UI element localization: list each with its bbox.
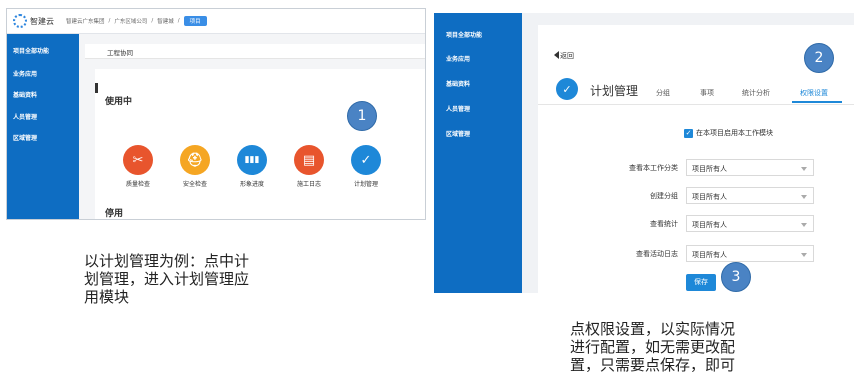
module-progress[interactable]: ▮▮▮ 形象进度	[227, 145, 277, 188]
step-marker-3: 3	[721, 262, 751, 292]
caption-line: 划管理，进入计划管理应	[84, 270, 250, 288]
logo[interactable]: 智建云	[13, 14, 54, 28]
chevron-down-icon	[801, 167, 807, 171]
left-caption: 以计划管理为例：点中计 划管理，进入计划管理应 用模块	[84, 252, 249, 306]
select-value: 项目所有人	[692, 165, 727, 173]
tools-icon: ✂	[123, 145, 153, 175]
back-arrow-icon	[554, 51, 559, 59]
sidebar-item-business[interactable]: 业务应用	[13, 69, 37, 78]
breadcrumb-item[interactable]: 智建云广东集团	[66, 17, 105, 25]
sidebar: 项目全部功能 业务应用 基础资料 人员管理 区域管理	[7, 34, 79, 219]
sidebar-item-region[interactable]: 区域管理	[446, 129, 470, 138]
save-button[interactable]: 保存	[686, 274, 716, 291]
sidebar: 项目全部功能 业务应用 基础资料 人员管理 区域管理	[434, 13, 522, 293]
caption-line: 点权限设置，以实际情况	[570, 320, 736, 338]
step-marker-2: 2	[804, 43, 834, 73]
project-button[interactable]: 项目	[183, 16, 207, 26]
checkbox-label: 在本项目启用本工作模块	[696, 129, 773, 137]
subtitle: 工程协同	[107, 49, 133, 57]
module-label: 施工日志	[296, 181, 321, 188]
module-panel: 使用中 ✂ 质量检查 ⛑ 安全检查 ▮▮▮ 形象进度 ▤ 施工日志 ✓ 计划管理…	[95, 69, 425, 219]
create-group-select[interactable]: 项目所有人	[686, 187, 814, 204]
right-caption: 点权限设置，以实际情况 进行配置，如无需更改配 置，只需要点保存，即可	[570, 320, 735, 374]
field-label: 查看统计	[650, 220, 678, 228]
tab-items[interactable]: 事项	[700, 88, 714, 98]
brand-name: 智建云	[30, 16, 54, 26]
right-screenshot: 项目全部功能 业务应用 基础资料 人员管理 区域管理 返回 ✓ 计划管理 分组 …	[434, 13, 854, 293]
sidebar-item-people[interactable]: 人员管理	[13, 112, 37, 121]
section-marker	[95, 83, 98, 93]
chevron-down-icon	[801, 223, 807, 227]
field-label: 查看本工作分类	[629, 164, 678, 172]
helmet-icon: ⛑	[180, 145, 210, 175]
sidebar-item-business[interactable]: 业务应用	[446, 54, 470, 63]
back-label: 返回	[560, 52, 574, 60]
checkbox-checked-icon: ✓	[684, 128, 693, 138]
subtitle-bar: 工程协同	[85, 44, 425, 59]
caption-line: 以计划管理为例：点中计	[84, 252, 250, 270]
field-label: 查看活动日志	[636, 250, 678, 258]
divider	[538, 104, 854, 105]
view-statistics-select[interactable]: 项目所有人	[686, 215, 814, 232]
enable-module-checkbox[interactable]: ✓ 在本项目启用本工作模块	[684, 128, 773, 138]
top-bar: 智建云 智建云广东集团 / 广东区域公司 / 智建城 / 项目	[7, 9, 425, 34]
back-button[interactable]: 返回	[554, 51, 574, 61]
tab-group[interactable]: 分组	[656, 88, 670, 98]
caption-line: 用模块	[84, 288, 130, 306]
caption-line: 置，只需要点保存，即可	[570, 356, 736, 374]
breadcrumb-item[interactable]: 广东区域公司	[114, 17, 147, 25]
module-plan[interactable]: ✓ 计划管理	[341, 145, 391, 188]
logo-icon	[13, 14, 27, 28]
check-icon: ✓	[351, 145, 381, 175]
caption-line: 进行配置，如无需更改配	[570, 338, 736, 356]
select-value: 项目所有人	[692, 221, 727, 229]
module-log[interactable]: ▤ 施工日志	[284, 145, 334, 188]
step-marker-1: 1	[347, 101, 377, 131]
tab-statistics[interactable]: 统计分析	[742, 88, 770, 98]
breadcrumb-item[interactable]: 智建城	[157, 17, 174, 25]
sidebar-item-basic[interactable]: 基础资料	[13, 90, 37, 99]
module-safety[interactable]: ⛑ 安全检查	[170, 145, 220, 188]
section-active-title: 使用中	[105, 97, 133, 107]
module-quality[interactable]: ✂ 质量检查	[113, 145, 163, 188]
progress-icon: ▮▮▮	[237, 145, 267, 175]
section-disabled-title: 停用	[105, 209, 124, 219]
sidebar-item-basic[interactable]: 基础资料	[446, 79, 470, 88]
tab-permissions[interactable]: 权限设置	[800, 88, 828, 98]
select-value: 项目所有人	[692, 251, 727, 259]
select-value: 项目所有人	[692, 193, 727, 201]
chevron-down-icon	[801, 253, 807, 257]
module-label: 安全检查	[182, 181, 207, 188]
field-label: 创建分组	[650, 192, 678, 200]
sidebar-item-region[interactable]: 区域管理	[13, 133, 37, 142]
chevron-down-icon	[801, 195, 807, 199]
page-title: 计划管理	[590, 84, 639, 98]
log-icon: ▤	[294, 145, 324, 175]
breadcrumb-separator: /	[108, 18, 111, 24]
sidebar-item-all[interactable]: 项目全部功能	[13, 46, 49, 55]
check-icon: ✓	[556, 78, 578, 100]
active-tab-indicator	[792, 101, 842, 103]
view-category-select[interactable]: 项目所有人	[686, 159, 814, 176]
sidebar-item-all[interactable]: 项目全部功能	[446, 30, 482, 39]
module-label: 质量检查	[125, 181, 150, 188]
breadcrumb-separator: /	[151, 18, 154, 24]
module-label: 计划管理	[353, 181, 378, 188]
view-activity-log-select[interactable]: 项目所有人	[686, 245, 814, 262]
breadcrumb: 智建云广东集团 / 广东区域公司 / 智建城 / 项目	[66, 16, 207, 26]
module-label: 形象进度	[239, 181, 264, 188]
sidebar-item-people[interactable]: 人员管理	[446, 104, 470, 113]
breadcrumb-separator: /	[177, 18, 180, 24]
